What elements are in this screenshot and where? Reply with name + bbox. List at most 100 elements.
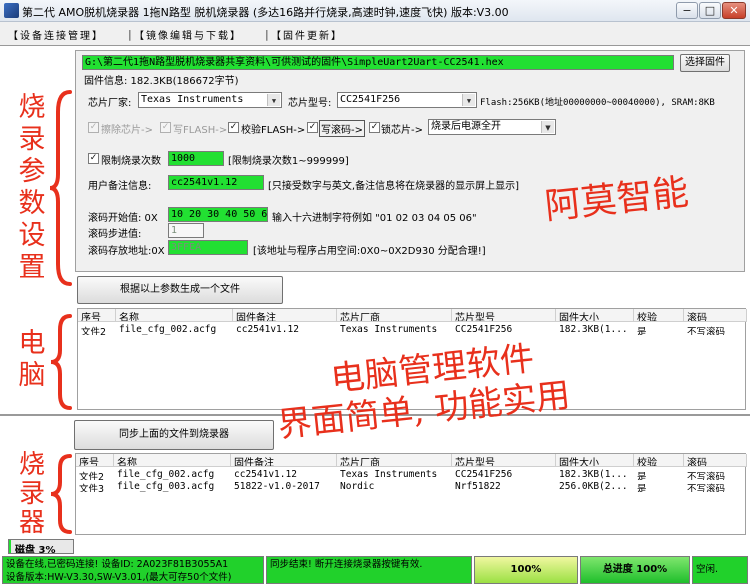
progress-label: 100% (510, 564, 542, 575)
after-burn-select[interactable]: 烧录后电源全开 ▼ (428, 119, 556, 135)
vendor-label: 芯片厂家: (88, 98, 132, 109)
limit-count-hint: [限制烧录次数1~999999] (228, 156, 349, 167)
cell-no: 文件2 (79, 472, 105, 480)
cell-name: file_cfg_002.acfg (119, 324, 217, 335)
burner-side-label: 烧 录 器 (18, 450, 45, 538)
col-header-remark[interactable]: 固件备注 (231, 454, 337, 467)
generate-file-button[interactable]: 根据以上参数生成一个文件 (77, 276, 283, 304)
model-label: 芯片型号: (288, 98, 332, 109)
disk-usage-bar: 磁盘 3% (8, 539, 74, 554)
cell-name: file_cfg_002.acfg (117, 469, 215, 480)
tab-separator: | (128, 28, 132, 41)
verify-flash-label: 校验FLASH-> (241, 125, 306, 136)
col-header-rolling[interactable]: 滚码 (684, 454, 747, 467)
firmware-path-field[interactable]: G:\第二代1拖N路型脱机烧录器共享资料\可供测试的固件\SimpleUart2… (82, 55, 674, 70)
disk-usage-fill (9, 540, 11, 553)
table-row[interactable]: 文件2 file_cfg_002.acfg cc2541v1.12 Texas … (78, 324, 745, 336)
app-icon (4, 3, 19, 18)
maximize-button[interactable]: □ (699, 2, 721, 19)
col-header-model[interactable]: 芯片型号 (452, 309, 556, 322)
cell-rolling: 不写滚码 (687, 484, 726, 492)
model-value: CC2541F256 (340, 94, 401, 105)
after-burn-value: 烧录后电源全开 (431, 121, 501, 132)
cell-no: 文件3 (79, 484, 105, 492)
col-header-vendor[interactable]: 芯片厂商 (337, 309, 452, 322)
col-header-remark[interactable]: 固件备注 (233, 309, 337, 322)
rolling-step-label: 滚码步进值: (88, 229, 142, 240)
sync-to-burner-button[interactable]: 同步上面的文件到烧录器 (74, 420, 274, 450)
brace-params-icon (49, 90, 72, 286)
col-header-size[interactable]: 固件大小 (556, 454, 634, 467)
vendor-select[interactable]: Texas Instruments ▼ (138, 92, 282, 108)
remark-hint: [只接受数字与英文,备注信息将在烧录器的显示屏上显示] (268, 181, 519, 192)
lock-chip-checkbox[interactable]: ✓ (369, 122, 380, 133)
rolling-addr-label: 滚码存放地址:0X (88, 246, 165, 257)
brace-burner-icon (50, 454, 72, 534)
select-firmware-button[interactable]: 选择固件 (680, 54, 730, 72)
table-row[interactable]: 文件3 file_cfg_003.acfg 51822-v1.0-2017 No… (76, 481, 745, 493)
sync-status: 同步结束! 断开连接烧录器按键有效. (266, 556, 472, 584)
cell-vendor: Nordic (340, 481, 375, 492)
lock-chip-label: 锁芯片-> (381, 125, 423, 136)
rolling-start-field[interactable]: 10 20 30 40 50 60 (168, 207, 268, 222)
window-title: 第二代 AMO脱机烧录器 1拖N路型 脱机烧录器 (多达16路并行烧录,高速时钟… (22, 6, 509, 19)
title-bar[interactable]: 第二代 AMO脱机烧录器 1拖N路型 脱机烧录器 (多达16路并行烧录,高速时钟… (0, 0, 750, 22)
chevron-down-icon: ▼ (462, 94, 475, 106)
rolling-step-field[interactable]: 1 (168, 223, 204, 238)
cell-vendor: Texas Instruments (340, 324, 438, 335)
cell-verify: 是 (637, 472, 647, 480)
remark-label: 用户备注信息: (88, 181, 152, 192)
remark-field[interactable]: cc2541v1.12 (168, 175, 264, 190)
limit-count-checkbox[interactable]: ✓ (88, 153, 99, 164)
col-header-verify[interactable]: 校验 (634, 309, 684, 322)
col-header-name[interactable]: 名称 (116, 309, 233, 322)
tab-device-connection[interactable]: 【设备连接管理】 (8, 27, 104, 45)
pc-side-label: 电 脑 (18, 328, 46, 391)
close-button[interactable]: ✕ (722, 2, 746, 19)
cell-remark: cc2541v1.12 (234, 469, 297, 480)
tab-image-edit-download[interactable]: 【镜像编辑与下载】 (134, 27, 242, 45)
cell-model: Nrf51822 (455, 481, 501, 492)
cell-model: CC2541F256 (455, 469, 513, 480)
progress-bar: 100% (474, 556, 578, 584)
col-header-rolling[interactable]: 滚码 (684, 309, 747, 322)
cell-vendor: Texas Instruments (340, 469, 438, 480)
cell-rolling: 不写滚码 (687, 472, 726, 480)
brace-pc-icon (50, 314, 72, 410)
disk-usage-label: 磁盘 3% (15, 545, 56, 554)
rolling-start-hint: 输入十六进制字符例如 "01 02 03 04 05 06" (272, 213, 477, 224)
tab-bar (0, 22, 750, 46)
verify-flash-checkbox[interactable]: ✓ (228, 122, 239, 133)
tab-firmware-update[interactable]: 【固件更新】 (271, 27, 343, 45)
minimize-button[interactable]: − (676, 2, 698, 19)
col-header-model[interactable]: 芯片型号 (452, 454, 556, 467)
erase-chip-label: 擦除芯片-> (101, 125, 153, 136)
total-progress-label: 总进度 100% (602, 564, 668, 575)
firmware-info: 固件信息: 182.3KB(186672字节) (84, 76, 239, 87)
write-flash-checkbox[interactable]: ✓ (160, 122, 171, 133)
cell-size: 256.0KB(2... (559, 481, 628, 492)
col-header-no[interactable]: 序号 (78, 309, 116, 322)
erase-chip-checkbox[interactable]: ✓ (88, 122, 99, 133)
device-status-line2: 设备版本:HW-V3.30,SW-V3.01,(最大可存50个文件) (6, 572, 232, 583)
col-header-vendor[interactable]: 芯片厂商 (337, 454, 452, 467)
cell-no: 文件2 (81, 327, 107, 335)
cell-remark: cc2541v1.12 (236, 324, 299, 335)
rolling-start-label: 滚码开始值: 0X (88, 213, 158, 224)
model-select[interactable]: CC2541F256 ▼ (337, 92, 477, 108)
table-row[interactable]: 文件2 file_cfg_002.acfg cc2541v1.12 Texas … (76, 469, 745, 481)
cell-size: 182.3KB(1... (559, 324, 628, 335)
limit-count-label: 限制烧录次数 (101, 156, 161, 167)
write-rolling-checkbox[interactable]: ✓ (307, 122, 318, 133)
limit-count-field[interactable]: 1000 (168, 151, 224, 166)
col-header-size[interactable]: 固件大小 (556, 309, 634, 322)
total-progress-bar: 总进度 100% (580, 556, 690, 584)
col-header-name[interactable]: 名称 (114, 454, 231, 467)
cell-verify: 是 (637, 327, 647, 335)
cell-rolling: 不写滚码 (687, 327, 726, 335)
col-header-verify[interactable]: 校验 (634, 454, 684, 467)
cell-verify: 是 (637, 484, 647, 492)
cell-remark: 51822-v1.0-2017 (234, 481, 320, 492)
rolling-addr-field[interactable]: 3FFEA (168, 240, 248, 255)
col-header-no[interactable]: 序号 (76, 454, 114, 467)
